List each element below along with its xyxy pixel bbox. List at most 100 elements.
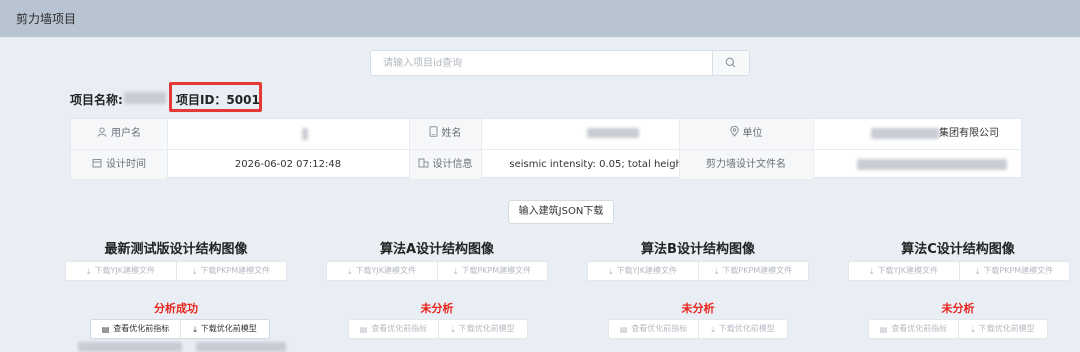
download-group: ⤓ 下载YJK建模文件 ⤓ 下载PKPM建模文件 xyxy=(848,261,1070,281)
download-icon: ⤓ xyxy=(86,267,91,276)
download-pkpm-label: 下载PKPM建模文件 xyxy=(983,266,1054,275)
column-title: 算法C设计结构图像 xyxy=(901,242,1015,257)
user-icon xyxy=(97,127,107,137)
download-pkpm-button[interactable]: ⤓ 下载PKPM建模文件 xyxy=(699,262,808,280)
download-model-label: 下载优化前模型 xyxy=(458,324,515,333)
download-pkpm-button[interactable]: ⤓ 下载PKPM建模文件 xyxy=(177,262,286,280)
top-bar: 剪力墙项目 xyxy=(0,0,1080,37)
view-metrics-button[interactable]: ▤ 查看优化前指标 xyxy=(609,320,699,338)
download-yjk-label: 下载YJK建模文件 xyxy=(877,266,939,275)
design-file-label: 剪力墙设计文件名 xyxy=(679,150,813,179)
download-icon: ⤓ xyxy=(714,267,719,276)
download-group: ⤓ 下载YJK建模文件 ⤓ 下载PKPM建模文件 xyxy=(326,261,548,281)
download-icon: ⤓ xyxy=(711,325,715,334)
unit-label: 单位 xyxy=(742,128,763,139)
location-pin-icon xyxy=(729,126,739,137)
view-metrics-label: 查看优化前指标 xyxy=(631,324,688,333)
result-column: 算法C设计结构图像 ⤓ 下载YJK建模文件 ⤓ 下载PKPM建模文件 未分析 ▤ 查看… xyxy=(828,234,1080,352)
search-input[interactable] xyxy=(371,51,715,75)
search-icon xyxy=(725,57,736,68)
download-model-label: 下载优化前模型 xyxy=(200,324,257,333)
download-model-button[interactable]: ⤓ 下载优化前模型 xyxy=(439,320,527,338)
design-info-label: 设计信息 xyxy=(432,159,473,170)
username-value xyxy=(167,119,409,148)
project-info-table: 用户名 姓名 单位 集团有限公司 设计时间 2026-06-02 07:12:4… xyxy=(70,118,1022,179)
search-button[interactable] xyxy=(712,51,749,75)
document-icon: ▤ xyxy=(101,325,110,334)
info-row: 用户名 姓名 单位 集团有限公司 xyxy=(71,119,1021,148)
unit-value: 集团有限公司 xyxy=(813,119,1023,148)
download-pkpm-label: 下载PKPM建模文件 xyxy=(722,266,793,275)
view-metrics-button[interactable]: ▤ 查看优化前指标 xyxy=(349,320,439,338)
column-title: 算法A设计结构图像 xyxy=(379,242,495,257)
project-id: 项目ID：5001 xyxy=(176,93,260,107)
username-label: 用户名 xyxy=(111,128,141,139)
download-group: ⤓ 下载YJK建模文件 ⤓ 下载PKPM建模文件 xyxy=(65,261,287,281)
result-column: 算法A设计结构图像 ⤓ 下载YJK建模文件 ⤓ 下载PKPM建模文件 未分析 ▤ 查看… xyxy=(307,234,567,352)
download-icon: ⤓ xyxy=(347,267,352,276)
download-model-button[interactable]: ⤓ 下载优化前模型 xyxy=(959,320,1047,338)
search-box xyxy=(370,50,750,76)
result-column: 最新测试版设计结构图像 ⤓ 下载YJK建模文件 ⤓ 下载PKPM建模文件 分析成功 … xyxy=(46,234,306,352)
download-model-label: 下载优化前模型 xyxy=(978,324,1035,333)
download-group: ⤓ 下载YJK建模文件 ⤓ 下载PKPM建模文件 xyxy=(587,261,809,281)
analysis-status: 未分析 xyxy=(681,302,715,315)
download-icon: ⤓ xyxy=(971,325,975,334)
optimization-group: ▤ 查看优化前指标 ⤓ 下载优化前模型 xyxy=(608,319,788,339)
download-icon: ⤓ xyxy=(451,325,455,334)
view-metrics-label: 查看优化前指标 xyxy=(371,324,428,333)
username-label-cell: 用户名 xyxy=(71,119,167,148)
unit-label-cell: 单位 xyxy=(679,119,813,148)
page-title: 剪力墙项目 xyxy=(16,12,77,26)
download-yjk-button[interactable]: ⤓ 下载YJK建模文件 xyxy=(66,262,177,280)
optimization-group: ▤ 查看优化前指标 ⤓ 下载优化前模型 xyxy=(868,319,1048,339)
result-column: 算法B设计结构图像 ⤓ 下载YJK建模文件 ⤓ 下载PKPM建模文件 未分析 ▤ 查看… xyxy=(568,234,828,352)
info-row: 设计时间 2026-06-02 07:12:48 设计信息 seismic in… xyxy=(71,149,1021,179)
download-icon: ⤓ xyxy=(975,267,980,276)
download-yjk-label: 下载YJK建模文件 xyxy=(94,266,156,275)
download-model-label: 下载优化前模型 xyxy=(718,324,775,333)
analysis-status: 未分析 xyxy=(941,302,975,315)
download-model-button[interactable]: ⤓ 下载优化前模型 xyxy=(181,320,269,338)
analysis-status: 未分析 xyxy=(420,302,454,315)
download-icon: ⤓ xyxy=(869,267,874,276)
design-time-label-cell: 设计时间 xyxy=(71,150,167,179)
view-metrics-button[interactable]: ▤ 查看优化前指标 xyxy=(869,320,959,338)
divider xyxy=(167,119,168,179)
download-yjk-label: 下载YJK建模文件 xyxy=(616,266,678,275)
calendar-icon xyxy=(92,159,102,168)
divider xyxy=(409,119,410,179)
download-yjk-label: 下载YJK建模文件 xyxy=(355,266,417,275)
download-icon: ⤓ xyxy=(453,267,458,276)
design-info-label-cell: 设计信息 xyxy=(409,150,481,179)
download-yjk-button[interactable]: ⤓ 下载YJK建模文件 xyxy=(327,262,438,280)
document-icon: ▤ xyxy=(879,325,888,334)
column-title: 最新测试版设计结构图像 xyxy=(104,242,248,257)
document-icon: ▤ xyxy=(619,325,628,334)
download-icon: ⤓ xyxy=(608,267,613,276)
download-pkpm-label: 下载PKPM建模文件 xyxy=(461,266,532,275)
optimization-group: ▤ 查看优化前指标 ⤓ 下载优化前模型 xyxy=(90,319,270,339)
download-yjk-button[interactable]: ⤓ 下载YJK建模文件 xyxy=(849,262,960,280)
download-pkpm-button[interactable]: ⤓ 下载PKPM建模文件 xyxy=(438,262,547,280)
username-redacted xyxy=(302,128,308,140)
download-yjk-button[interactable]: ⤓ 下载YJK建模文件 xyxy=(588,262,699,280)
download-pkpm-button[interactable]: ⤓ 下载PKPM建模文件 xyxy=(960,262,1069,280)
project-name-label: 项目名称: xyxy=(70,93,123,107)
view-metrics-label: 查看优化前指标 xyxy=(113,324,170,333)
download-icon: ⤓ xyxy=(192,267,197,276)
name-label-cell: 姓名 xyxy=(409,119,481,148)
name-label: 姓名 xyxy=(441,128,462,139)
unit-value-text: 集团有限公司 xyxy=(939,128,999,139)
optimization-group: ▤ 查看优化前指标 ⤓ 下载优化前模型 xyxy=(348,319,528,339)
view-metrics-button[interactable]: ▤ 查看优化前指标 xyxy=(91,320,181,338)
download-json-button[interactable]: 输入建筑JSON下载 xyxy=(508,200,614,224)
design-file-redacted xyxy=(857,159,1007,170)
design-time-value: 2026-06-02 07:12:48 xyxy=(234,159,342,170)
phone-icon xyxy=(429,126,437,137)
view-metrics-label: 查看优化前指标 xyxy=(891,324,948,333)
download-model-button[interactable]: ⤓ 下载优化前模型 xyxy=(699,320,787,338)
download-icon: ⤓ xyxy=(193,325,197,334)
building-icon xyxy=(418,158,428,168)
column-title: 算法B设计结构图像 xyxy=(641,242,755,257)
